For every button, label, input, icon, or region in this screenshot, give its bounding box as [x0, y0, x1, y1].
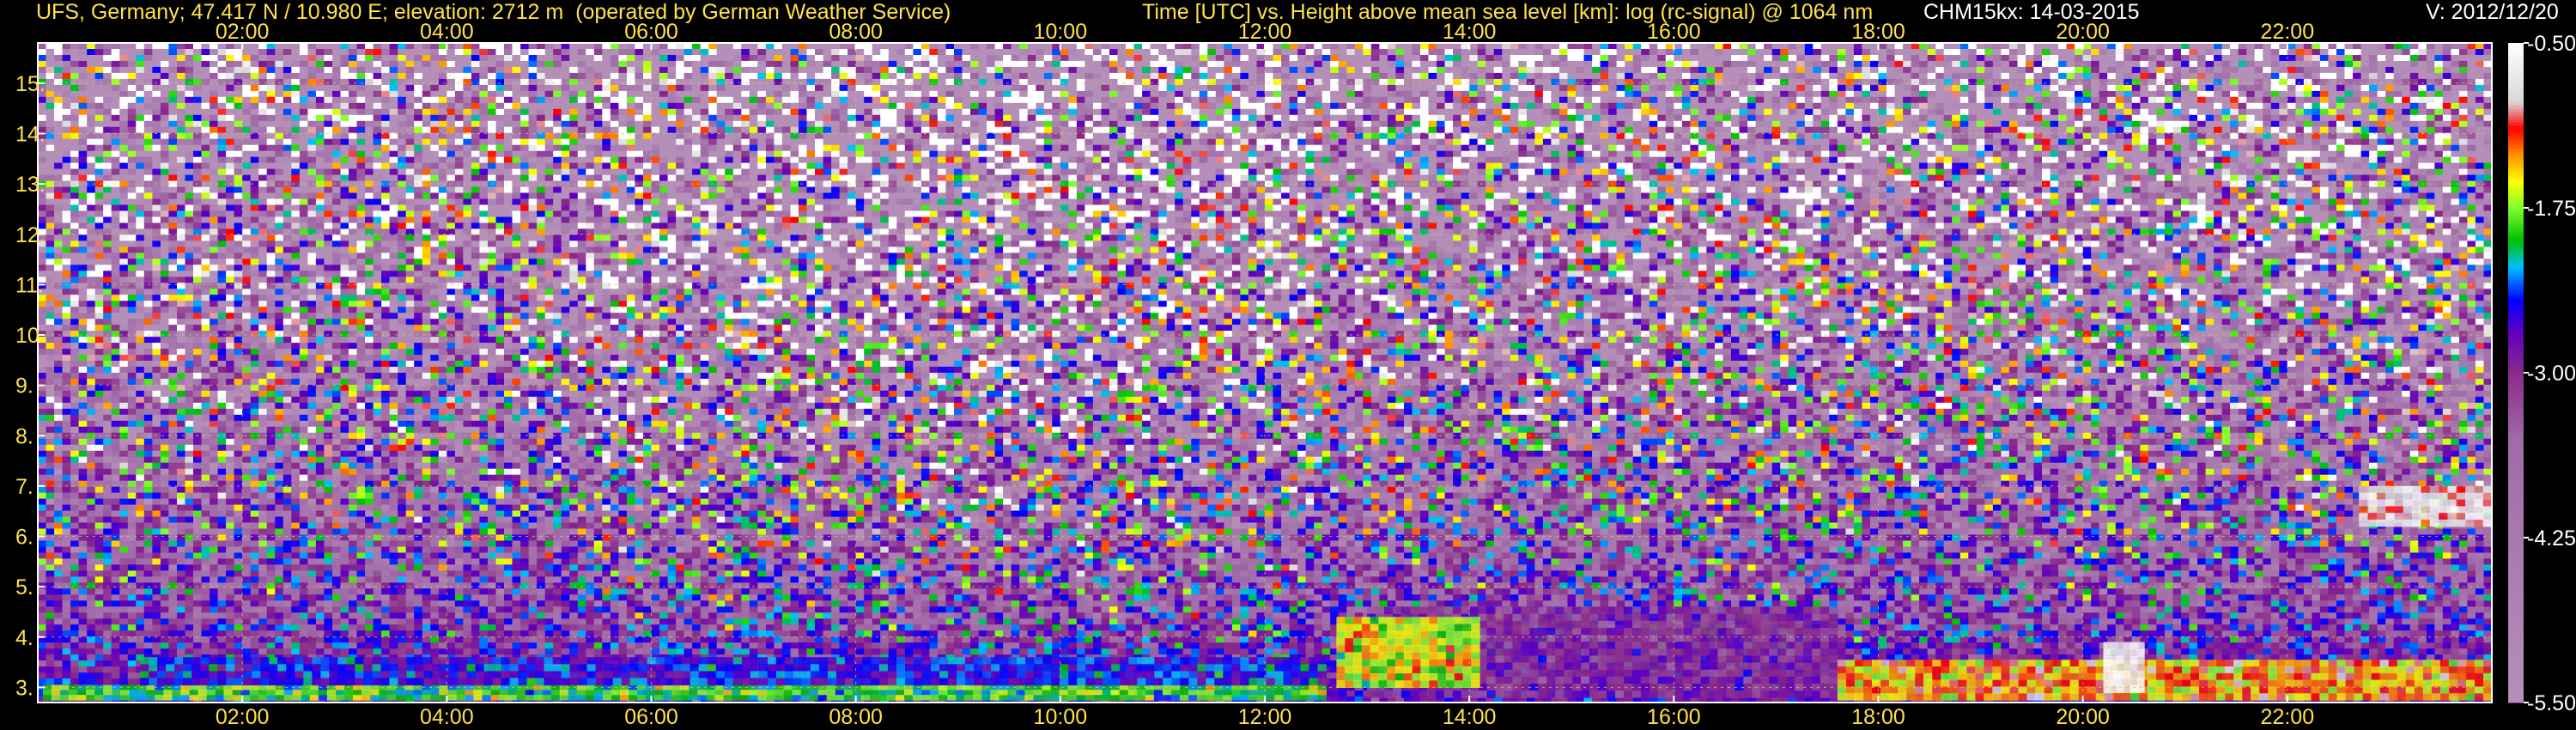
x-tick-label-bottom: 20:00 — [2056, 705, 2110, 729]
y-tick-label: 7. — [15, 475, 33, 499]
x-tick-label-bottom: 12:00 — [1238, 705, 1292, 729]
colorbar-tick-label: -3.00 — [2527, 362, 2576, 386]
x-tick-label-bottom: 06:00 — [624, 705, 678, 729]
ceilometer-figure: UFS, Germany; 47.417 N / 10.980 E; eleva… — [0, 0, 2576, 730]
y-tick-label: 10. — [15, 324, 46, 348]
x-tick-label-bottom: 10:00 — [1034, 705, 1088, 729]
y-tick-label: 15. — [15, 72, 46, 96]
x-tick-label-bottom: 04:00 — [420, 705, 474, 729]
feature-cloud — [2359, 485, 2493, 527]
y-tick-label: 4. — [15, 626, 33, 650]
y-tick-label: 11. — [15, 273, 44, 297]
x-tick-label-bottom: 16:00 — [1647, 705, 1701, 729]
y-tick-label: 3. — [15, 676, 33, 700]
backscatter-heatmap: 02:00 02:00 04:00 04:00 06:00 06:00 08:00 08:00… — [15, 20, 2576, 729]
x-tick-label-top: 04:00 — [420, 20, 474, 44]
y-tick-label: 14. — [15, 123, 46, 147]
x-tick-label-top: 10:00 — [1034, 20, 1088, 44]
x-tick-label-bottom: 18:00 — [1851, 705, 1905, 729]
x-tick-label-bottom: 02:00 — [216, 705, 270, 729]
colorbar-tick-label: -1.75 — [2527, 197, 2576, 221]
y-tick-label: 5. — [15, 575, 33, 599]
feature-cloud — [2103, 642, 2145, 693]
feature-residual-layer — [1837, 660, 2493, 701]
x-tick-label-bottom: 14:00 — [1443, 705, 1497, 729]
x-tick-label-top: 14:00 — [1443, 20, 1497, 44]
feature-cloud — [1336, 617, 1480, 688]
x-tick-label-top: 16:00 — [1647, 20, 1701, 44]
y-tick-label: 6. — [15, 526, 33, 550]
feature-aerosol-layer — [140, 657, 1327, 686]
x-tick-label-top: 18:00 — [1851, 20, 1905, 44]
x-tick-label-bottom: 22:00 — [2261, 705, 2315, 729]
x-tick-label-top: 02:00 — [216, 20, 270, 44]
colorbar-tick-label: -4.25 — [2527, 526, 2576, 551]
y-tick-label: 8. — [15, 424, 33, 448]
colorbar-tick-label: -5.50 — [2527, 691, 2576, 715]
x-tick-label-top: 20:00 — [2056, 20, 2110, 44]
y-tick-label: 12. — [15, 223, 46, 247]
y-tick-label: 9. — [15, 374, 33, 398]
x-tick-label-top: 08:00 — [829, 20, 883, 44]
x-tick-label-top: 06:00 — [624, 20, 678, 44]
y-tick-label: 13. — [15, 173, 46, 197]
colorbar — [2508, 43, 2524, 703]
x-tick-label-bottom: 08:00 — [829, 705, 883, 729]
colorbar-tick-label: -0.50 — [2527, 32, 2576, 56]
x-tick-label-top: 22:00 — [2261, 20, 2315, 44]
x-tick-label-top: 12:00 — [1238, 20, 1292, 44]
